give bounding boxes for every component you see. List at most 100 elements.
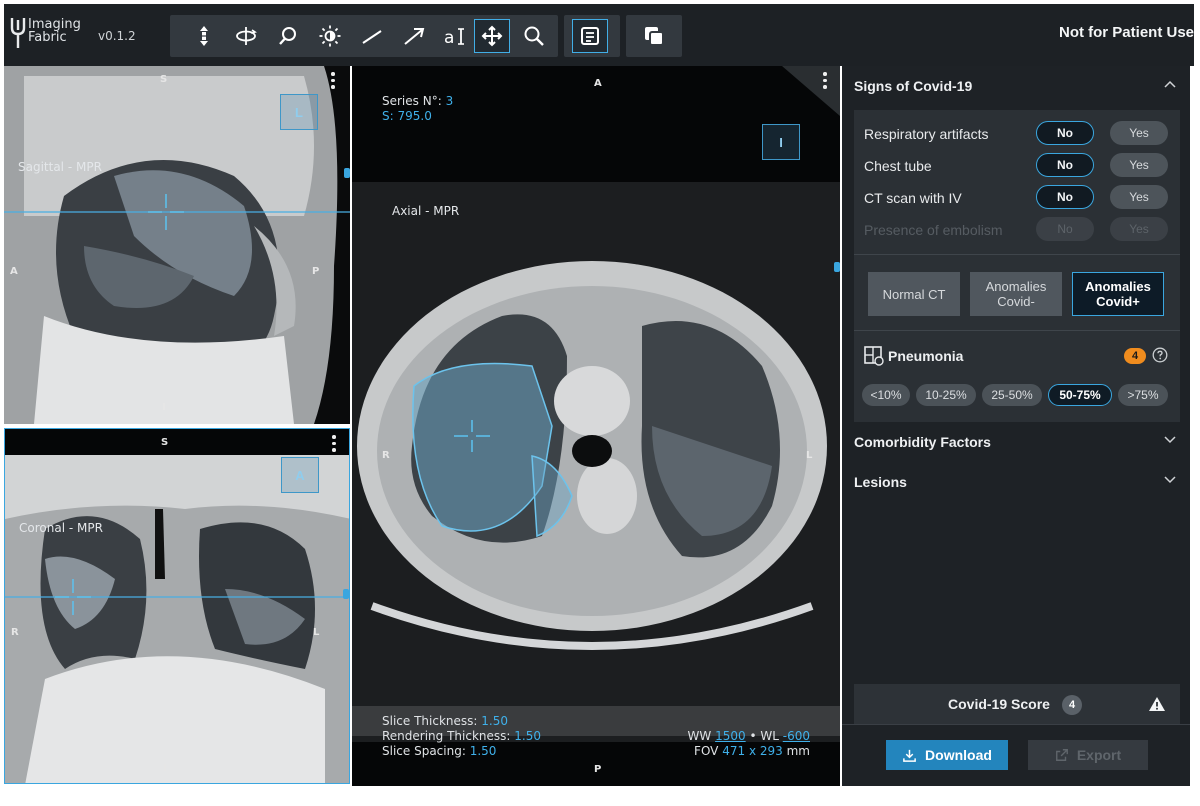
ww-value[interactable]: 1500 [715, 729, 746, 743]
warning-icon[interactable] [1148, 696, 1166, 712]
covid-score-bar: Covid-19 Score 4 [854, 684, 1180, 724]
yes-button[interactable]: Yes [1110, 153, 1168, 177]
sagittal-orient-bottom: I [162, 402, 166, 413]
export-label: Export [1076, 747, 1122, 763]
lesions-section-header[interactable]: Lesions [842, 462, 1190, 500]
logo-line-2: Fabric [28, 30, 67, 45]
signs-card: Respiratory artifacts No Yes Chest tube … [854, 110, 1180, 422]
layers-tool-button[interactable] [636, 19, 672, 53]
coronal-more-menu[interactable] [331, 435, 337, 455]
fov-label: FOV [694, 744, 719, 758]
divider [854, 330, 1180, 331]
fov-value: 471 x 293 [722, 744, 783, 758]
arrow-annotation-icon [404, 28, 425, 45]
sagittal-orient-top: S [160, 74, 168, 85]
question-chest-tube: Chest tube No Yes [854, 150, 1180, 182]
sagittal-viewport[interactable]: Sagittal - MPR S I A P L [4, 66, 350, 424]
chevron-down-icon [1164, 476, 1176, 484]
magnifier-icon [524, 26, 544, 46]
covid-score-badge: 4 [1062, 695, 1082, 715]
report-tool-group [564, 15, 620, 57]
question-label: Presence of embolism [864, 222, 1003, 238]
not-for-patient-use-notice: Not for Patient Use [1058, 24, 1194, 41]
comorbidity-section-title: Comorbidity Factors [854, 434, 991, 450]
pneumonia-score-badge: 4 [1124, 348, 1146, 364]
range-gt75-chip[interactable]: >75% [1118, 384, 1168, 406]
coronal-orient-left: R [11, 627, 19, 638]
axial-window-info: WW 1500 • WL -600 FOV 471 x 293 mm [688, 729, 810, 759]
export-button: Export [1028, 740, 1148, 770]
sagittal-more-menu[interactable] [330, 72, 336, 92]
pan-tool-button[interactable] [474, 19, 510, 53]
chevron-up-icon [1164, 80, 1176, 88]
window-level-icon [319, 25, 341, 47]
range-10-25-chip[interactable]: 10-25% [916, 384, 976, 406]
external-link-icon [1055, 749, 1068, 761]
coronal-label: Coronal - MPR [19, 521, 103, 535]
question-respiratory-artifacts: Respiratory artifacts No Yes [854, 118, 1180, 150]
range-50-75-chip[interactable]: 50-75% [1048, 384, 1112, 406]
signs-section-header[interactable]: Signs of Covid-19 [842, 66, 1190, 104]
pan-icon [481, 25, 503, 47]
axial-label: Axial - MPR [392, 204, 460, 218]
yes-button[interactable]: Yes [1110, 185, 1168, 209]
slice-thickness-label: Slice Thickness: [382, 714, 478, 728]
axial-orient-right: L [806, 450, 813, 461]
rendering-thickness-value: 1.50 [514, 729, 541, 743]
window-level-tool-button[interactable] [312, 19, 348, 53]
no-button[interactable]: No [1036, 153, 1094, 177]
axial-viewport[interactable]: A P R L I Series N°: 3 S: 795.0 Axial - … [352, 66, 840, 786]
series-value: 3 [445, 94, 454, 108]
range-25-50-chip[interactable]: 25-50% [982, 384, 1042, 406]
coronal-orient-bottom: I [163, 763, 167, 774]
report-tool-button[interactable] [572, 19, 608, 53]
anomalies-covid-positive-button[interactable]: Anomalies Covid+ [1072, 272, 1164, 316]
axial-more-menu[interactable] [822, 72, 828, 92]
zoom-tool-button[interactable] [270, 19, 306, 53]
rendering-thickness-label: Rendering Thickness: [382, 729, 511, 743]
lung-segment-icon [864, 346, 884, 366]
scroll-icon [200, 26, 208, 46]
signs-section-title: Signs of Covid-19 [854, 78, 973, 94]
question-label: Chest tube [864, 158, 932, 174]
chevron-down-icon [1164, 436, 1176, 444]
download-button[interactable]: Download [886, 740, 1008, 770]
divider [854, 254, 1180, 255]
covid-score-label: Covid-19 Score [948, 696, 1050, 712]
svg-text:a: a [444, 28, 454, 48]
rotate-3d-tool-button[interactable] [228, 19, 264, 53]
normal-ct-button[interactable]: Normal CT [868, 272, 960, 316]
anomalies-covid-negative-button[interactable]: Anomalies Covid- [970, 272, 1062, 316]
arrow-annotation-tool-button[interactable] [396, 19, 432, 53]
slice-thickness-value: 1.50 [481, 714, 508, 728]
text-annotation-tool-button[interactable]: a [438, 19, 474, 53]
download-icon [903, 749, 916, 762]
magnifier-tool-button[interactable] [516, 19, 552, 53]
wl-value[interactable]: -600 [783, 729, 810, 743]
slice-position: S: 795.0 [382, 109, 432, 123]
no-button[interactable]: No [1036, 121, 1094, 145]
pneumonia-title: Pneumonia [888, 348, 964, 364]
comorbidity-section-header[interactable]: Comorbidity Factors [842, 422, 1190, 460]
question-presence-of-embolism: Presence of embolism No Yes [854, 214, 1180, 246]
scroll-tool-button[interactable] [186, 19, 222, 53]
line-measure-tool-button[interactable] [354, 19, 390, 53]
question-label: Respiratory artifacts [864, 126, 989, 142]
no-button: No [1036, 217, 1094, 241]
slice-spacing-value: 1.50 [469, 744, 497, 758]
fov-unit: mm [786, 744, 810, 758]
help-icon[interactable] [1152, 347, 1168, 363]
range-lt10-chip[interactable]: <10% [862, 384, 910, 406]
axial-orientation-cube[interactable]: I [762, 124, 800, 160]
sagittal-orientation-cube[interactable]: L [280, 94, 318, 130]
layers-icon [645, 27, 664, 46]
axial-series-info: Series N°: 3 S: 795.0 [382, 94, 453, 124]
no-button[interactable]: No [1036, 185, 1094, 209]
slice-spacing-label: Slice Spacing: [382, 744, 466, 758]
coronal-orientation-cube[interactable]: A [281, 457, 319, 493]
yes-button[interactable]: Yes [1110, 121, 1168, 145]
axial-orient-left: R [382, 450, 390, 461]
coronal-viewport[interactable]: Coronal - MPR S I R L A [4, 428, 350, 784]
line-measure-icon [362, 30, 382, 44]
app-logo: Imaging Fabric [8, 16, 98, 56]
